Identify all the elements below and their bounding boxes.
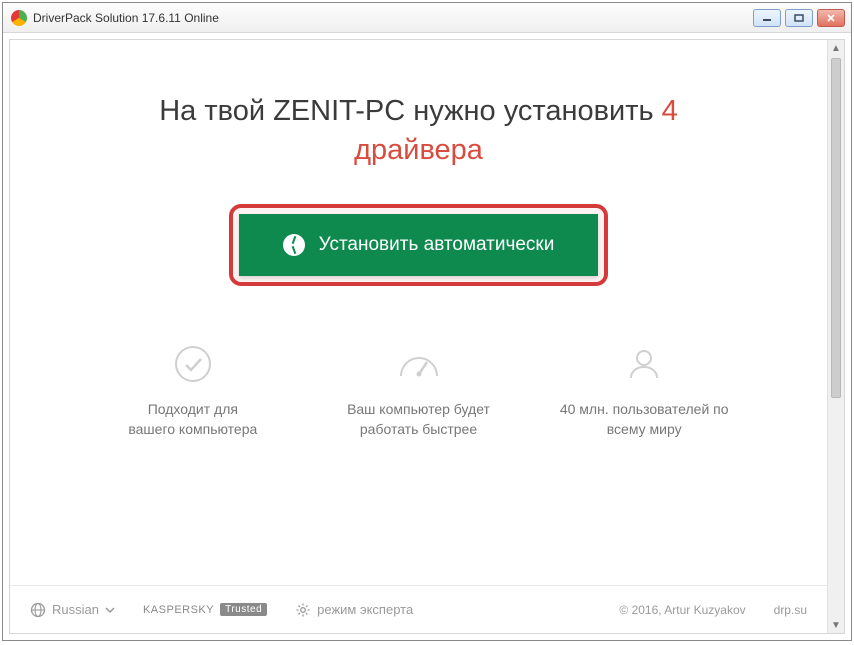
window-title: DriverPack Solution 17.6.11 Online	[33, 11, 753, 25]
chevron-down-icon	[105, 607, 115, 613]
main-area: На твой ZENIT-PC нужно установить 4 драй…	[10, 40, 827, 585]
app-window: DriverPack Solution 17.6.11 Online ▲ ▼	[2, 2, 852, 641]
feature-speed: Ваш компьютер будет работать быстрее	[306, 342, 532, 439]
expert-mode-label: режим эксперта	[317, 602, 413, 617]
feature-text-line1: 40 млн. пользователей по	[549, 400, 739, 420]
install-auto-button[interactable]: Установить автоматически	[239, 214, 599, 276]
minimize-button[interactable]	[753, 9, 781, 27]
feature-text-line2: работать быстрее	[324, 420, 514, 440]
user-icon	[622, 342, 666, 386]
feature-text-line1: Подходит для	[98, 400, 288, 420]
language-selector[interactable]: Russian	[30, 602, 115, 618]
headline-part1: На твой ZENIT-PC нужно установить	[159, 95, 661, 127]
feature-text-line2: вашего компьютера	[98, 420, 288, 440]
install-icon	[283, 234, 305, 256]
close-button[interactable]	[817, 9, 845, 27]
feature-text-line2: всему миру	[549, 420, 739, 440]
gauge-icon	[397, 342, 441, 386]
feature-fit: Подходит для вашего компьютера	[80, 342, 306, 439]
scroll-down-arrow[interactable]: ▼	[828, 617, 844, 633]
install-label: Установить автоматически	[319, 234, 555, 256]
kaspersky-label: KASPERSKY	[143, 604, 214, 616]
content-wrap: ▲ ▼ На твой ZENIT-PC нужно установить 4 …	[3, 33, 851, 640]
headline: На твой ZENIT-PC нужно установить 4 драй…	[50, 92, 787, 170]
copyright: © 2016, Artur Kuzyakov	[619, 603, 745, 617]
features-row: Подходит для вашего компьютера Ваш компь…	[50, 342, 787, 439]
cta-wrap: Установить автоматически	[50, 204, 787, 286]
maximize-button[interactable]	[785, 9, 813, 27]
scroll-up-arrow[interactable]: ▲	[828, 40, 844, 56]
headline-count: 4	[662, 95, 678, 127]
check-icon	[171, 342, 215, 386]
site-link[interactable]: drp.su	[774, 603, 807, 617]
app-icon	[11, 10, 27, 26]
footer: Russian KASPERSKY Trusted режим эксперта…	[10, 585, 827, 633]
language-label: Russian	[52, 602, 99, 617]
feature-users: 40 млн. пользователей по всему миру	[531, 342, 757, 439]
scrollbar[interactable]: ▲ ▼	[827, 40, 844, 633]
expert-mode-toggle[interactable]: режим эксперта	[295, 602, 413, 618]
content-inner: На твой ZENIT-PC нужно установить 4 драй…	[10, 40, 827, 633]
scrollbar-thumb[interactable]	[831, 58, 841, 398]
kaspersky-badge: KASPERSKY Trusted	[143, 603, 267, 616]
trusted-badge: Trusted	[220, 603, 267, 616]
titlebar: DriverPack Solution 17.6.11 Online	[3, 3, 851, 33]
gear-icon	[295, 602, 311, 618]
headline-part2: драйвера	[354, 134, 483, 166]
globe-icon	[30, 602, 46, 618]
cta-highlight: Установить автоматически	[229, 204, 609, 286]
content-frame: ▲ ▼ На твой ZENIT-PC нужно установить 4 …	[9, 39, 845, 634]
feature-text-line1: Ваш компьютер будет	[324, 400, 514, 420]
window-controls	[753, 9, 845, 27]
